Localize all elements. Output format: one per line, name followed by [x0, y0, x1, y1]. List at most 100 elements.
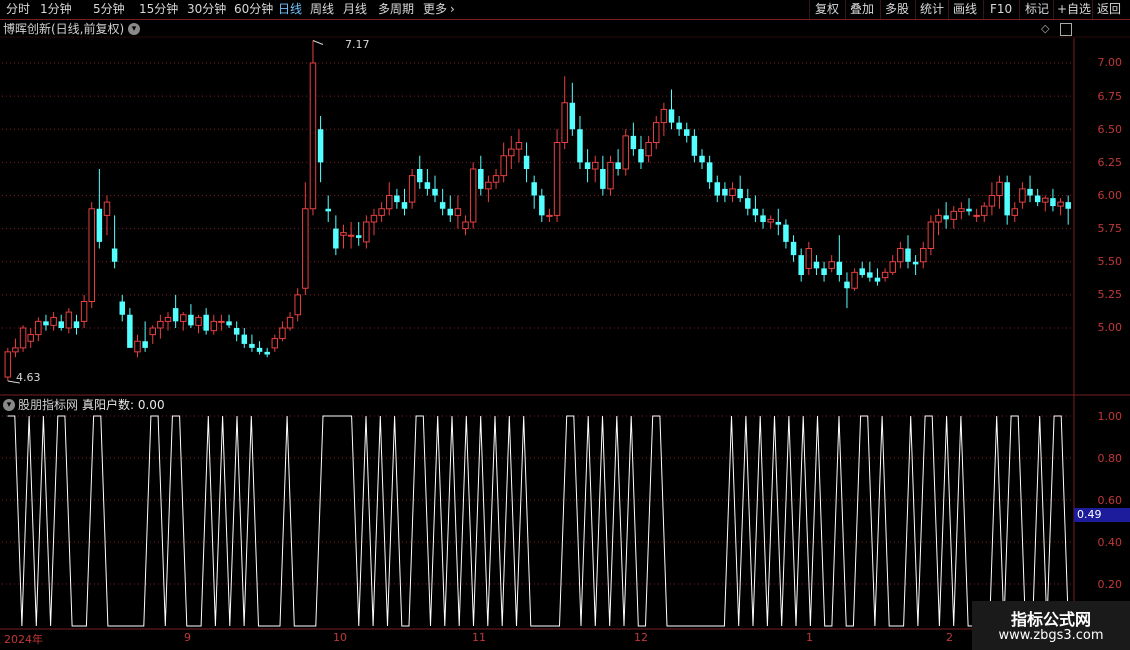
candle-body	[439, 202, 446, 209]
candle-body	[767, 218, 774, 223]
candle-body	[317, 129, 324, 163]
candle-body	[157, 320, 164, 329]
candle-body	[385, 195, 393, 210]
candle-body	[714, 182, 721, 196]
candle-body	[73, 321, 80, 328]
candle-body	[684, 129, 690, 136]
candle-body	[1027, 188, 1033, 196]
candle-body	[874, 277, 881, 282]
indicator-tick: 0.80	[1097, 452, 1123, 465]
candle-body	[652, 122, 660, 143]
price-tick: 5.75	[1097, 222, 1123, 235]
candle-body	[111, 248, 118, 262]
date-label: 2024年	[4, 633, 43, 646]
chevron-down-icon[interactable]: ▾	[3, 399, 15, 411]
indicator-tick: 0.20	[1097, 578, 1123, 591]
candle-body	[302, 208, 309, 289]
candle-body	[1004, 182, 1010, 216]
candle-body	[58, 321, 64, 328]
candle-body	[65, 311, 73, 329]
candle-body	[691, 135, 698, 156]
date-label: 2	[946, 631, 953, 644]
candle-body	[676, 122, 682, 130]
candle-body	[660, 108, 668, 124]
candle-body	[699, 155, 705, 163]
candle-body	[1057, 201, 1064, 207]
candle-body	[226, 321, 232, 326]
low-price-marker: 4.63	[16, 371, 41, 384]
candle-body	[333, 228, 339, 249]
candle-body	[119, 301, 125, 315]
candle-body	[569, 102, 576, 130]
candle-body	[210, 320, 218, 332]
candle-body	[1050, 198, 1056, 207]
date-label: 11	[472, 631, 486, 644]
candle-body	[12, 347, 19, 353]
candle-body	[706, 162, 713, 183]
candle-body	[172, 308, 179, 322]
candle-body	[630, 135, 637, 150]
candle-body	[325, 208, 331, 212]
candle-body	[805, 248, 813, 269]
candle-body	[195, 316, 202, 326]
candle-body	[96, 208, 103, 242]
candle-body	[149, 327, 157, 336]
candle-body	[408, 175, 416, 203]
candle-body	[905, 248, 911, 262]
candle-body	[760, 215, 766, 222]
candle-body	[515, 142, 523, 150]
candle-body	[577, 129, 583, 163]
candle-body	[943, 215, 949, 220]
candle-body	[729, 188, 736, 196]
candle-body	[1019, 188, 1026, 203]
candle-body	[340, 232, 347, 236]
date-label: 12	[634, 631, 648, 644]
candle-body	[638, 149, 644, 163]
candle-body	[19, 327, 27, 349]
candle-body	[1042, 197, 1049, 203]
candle-body	[950, 210, 958, 220]
candle-body	[218, 320, 225, 323]
current-value-badge: 0.49	[1074, 508, 1130, 522]
indicator-tick: 0.60	[1097, 494, 1123, 507]
candle-body	[394, 195, 400, 203]
price-tick: 7.00	[1097, 56, 1123, 69]
candle-body	[88, 208, 95, 302]
candle-body	[851, 271, 858, 289]
candle-body	[264, 351, 270, 355]
kline-chart	[0, 36, 1130, 630]
candle-body	[478, 169, 484, 189]
candle-body	[881, 271, 889, 279]
candle-body	[35, 320, 42, 336]
candle-body	[531, 182, 537, 196]
indicator-tick: 1.00	[1097, 410, 1123, 423]
candle-body	[958, 208, 965, 212]
candle-body	[775, 222, 782, 225]
candle-body	[27, 334, 34, 342]
candle-body	[897, 248, 904, 263]
candle-body	[919, 248, 927, 263]
candle-body	[378, 208, 385, 216]
candle-body	[256, 347, 263, 352]
candle-body	[546, 214, 553, 217]
candle-body	[1034, 195, 1041, 203]
candle-body	[309, 62, 317, 210]
candle-body	[279, 327, 286, 340]
candle-body	[966, 208, 972, 212]
candle-body	[539, 195, 545, 216]
candle-body	[271, 338, 279, 349]
candle-body	[859, 268, 865, 275]
candle-body	[469, 168, 477, 223]
price-tick: 5.50	[1097, 255, 1123, 268]
candle-body	[996, 181, 1003, 196]
candle-body	[783, 224, 789, 242]
price-tick: 6.00	[1097, 189, 1123, 202]
candle-body	[813, 261, 820, 269]
candle-body	[973, 214, 980, 217]
candle-body	[286, 316, 294, 329]
candle-body	[1011, 208, 1019, 216]
candle-body	[347, 234, 355, 237]
candle-body	[417, 169, 423, 183]
watermark-url: www.zbgs3.com	[998, 628, 1104, 643]
candle-body	[591, 161, 599, 170]
